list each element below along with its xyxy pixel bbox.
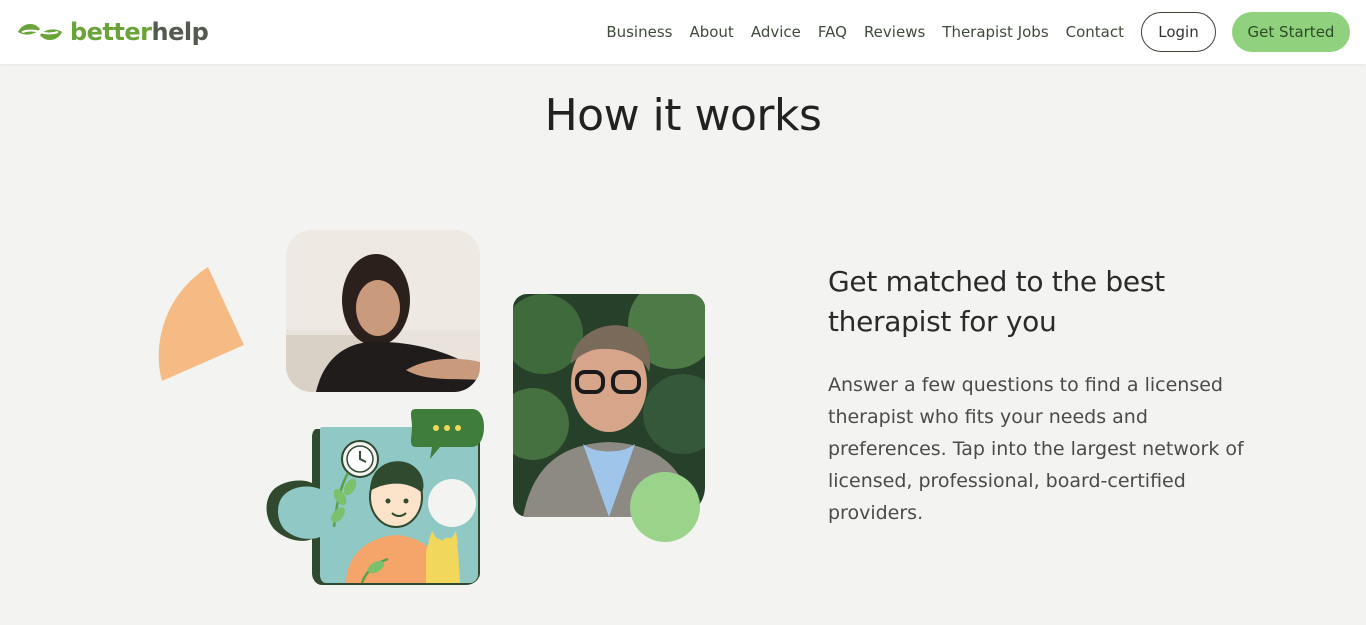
green-circle-decoration	[630, 472, 700, 542]
therapist-photo-woman	[286, 230, 480, 392]
login-button[interactable]: Login	[1141, 12, 1216, 52]
nav-faq[interactable]: FAQ	[818, 23, 847, 41]
betterhelp-logo[interactable]: betterhelp	[16, 16, 209, 48]
nav-reviews[interactable]: Reviews	[864, 23, 925, 41]
step-description: Answer a few questions to find a license…	[828, 374, 1244, 524]
leaf-logo-icon	[18, 23, 62, 41]
get-started-button[interactable]: Get Started	[1232, 12, 1350, 52]
orange-shape-decoration	[158, 267, 244, 381]
main-nav: Business About Advice FAQ Reviews Therap…	[606, 12, 1350, 52]
brand-name: betterhelp	[70, 18, 209, 46]
person-with-cat-illustration	[266, 409, 484, 585]
nav-advice[interactable]: Advice	[751, 23, 801, 41]
step-heading: Get matched to the best therapist for yo…	[828, 265, 1165, 338]
site-header: betterhelp Business About Advice FAQ Rev…	[0, 0, 1366, 64]
nav-contact[interactable]: Contact	[1066, 23, 1124, 41]
page-title: How it works	[544, 90, 822, 141]
nav-therapist-jobs[interactable]: Therapist Jobs	[942, 23, 1048, 41]
nav-business[interactable]: Business	[606, 23, 672, 41]
illustration-collage	[150, 225, 720, 595]
nav-about[interactable]: About	[689, 23, 733, 41]
